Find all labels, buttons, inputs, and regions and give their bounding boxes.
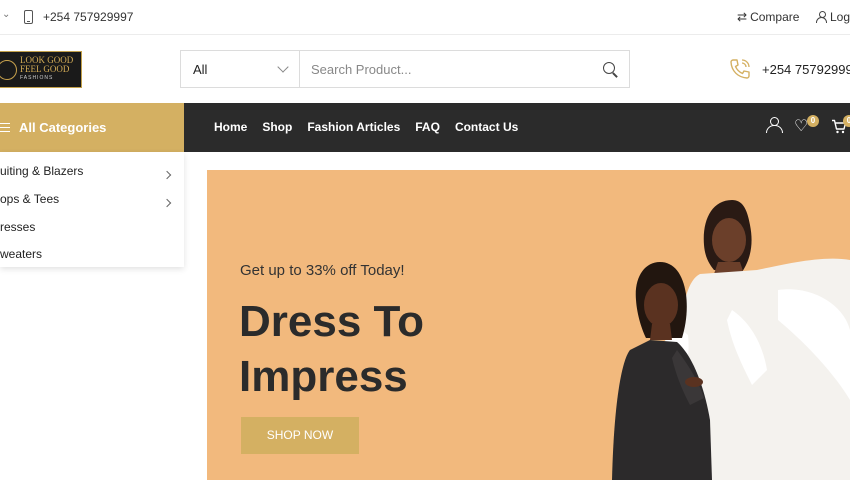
nav-item-shop[interactable]: Shop: [262, 120, 292, 134]
search-icon[interactable]: [603, 62, 617, 76]
chevron-down-icon[interactable]: ⌄: [2, 9, 10, 20]
chevron-right-icon: [162, 170, 172, 180]
compare-label: Compare: [750, 10, 800, 24]
cart-count-badge: 0: [843, 115, 850, 127]
search-bar: All: [180, 50, 630, 88]
shop-now-button[interactable]: SHOP NOW: [241, 417, 359, 454]
nav-item-faq[interactable]: FAQ: [415, 120, 440, 134]
top-bar: ⌄ +254 757929997 ⇄ Compare Log: [0, 0, 850, 35]
hero-headline-line-2: Impress: [239, 352, 408, 401]
all-categories-label: All Categories: [19, 120, 107, 135]
login-link[interactable]: Log: [816, 10, 850, 24]
category-item[interactable]: resses: [0, 220, 35, 234]
nav-item-fashion-articles[interactable]: Fashion Articles: [307, 120, 400, 134]
menu-icon: [0, 123, 10, 132]
hero-headline-line-1: Dress To: [239, 297, 425, 346]
search-category-value: All: [193, 62, 208, 77]
chevron-down-icon: [277, 61, 289, 73]
topbar-phone: +254 757929997: [43, 10, 134, 24]
compare-link[interactable]: ⇄ Compare: [737, 10, 799, 24]
category-item[interactable]: uiting & Blazers: [0, 164, 83, 178]
nav-menu: Home Shop Fashion Articles FAQ Contact U…: [214, 120, 518, 134]
category-dropdown: uiting & Blazers ops & Tees resses weate…: [0, 152, 184, 267]
main-nav: All Categories Home Shop Fashion Article…: [0, 103, 850, 152]
search-input[interactable]: [301, 51, 591, 87]
chevron-right-icon: [162, 198, 172, 208]
login-label: Log: [830, 10, 850, 24]
hero-tagline: Get up to 33% off Today!: [240, 262, 405, 279]
hero-models-image: [612, 200, 850, 480]
hotline-number: +254 75792999: [762, 62, 850, 77]
category-item[interactable]: weaters: [0, 247, 42, 261]
all-categories-button[interactable]: All Categories: [0, 103, 184, 152]
nav-item-contact-us[interactable]: Contact Us: [455, 120, 518, 134]
category-item[interactable]: ops & Tees: [0, 192, 59, 206]
hero-headline: Dress To Impress: [239, 294, 424, 404]
hero-banner: Get up to 33% off Today! Dress To Impres…: [207, 170, 850, 480]
shuffle-icon: ⇄: [737, 10, 748, 24]
account-icon[interactable]: [766, 117, 783, 133]
user-icon: [816, 11, 827, 23]
wishlist-count-badge: 0: [807, 115, 819, 127]
logo-line-3: FASHIONS: [20, 75, 54, 81]
search-category-select[interactable]: All: [181, 51, 300, 87]
nav-item-home[interactable]: Home: [214, 120, 247, 134]
phone-call-icon: [730, 59, 750, 79]
site-logo[interactable]: LOOK GOOD FEEL GOOD FASHIONS: [0, 51, 82, 88]
mobile-phone-icon: [24, 10, 33, 24]
logo-emblem: [0, 59, 17, 80]
logo-line-2: FEEL GOOD: [20, 64, 70, 74]
